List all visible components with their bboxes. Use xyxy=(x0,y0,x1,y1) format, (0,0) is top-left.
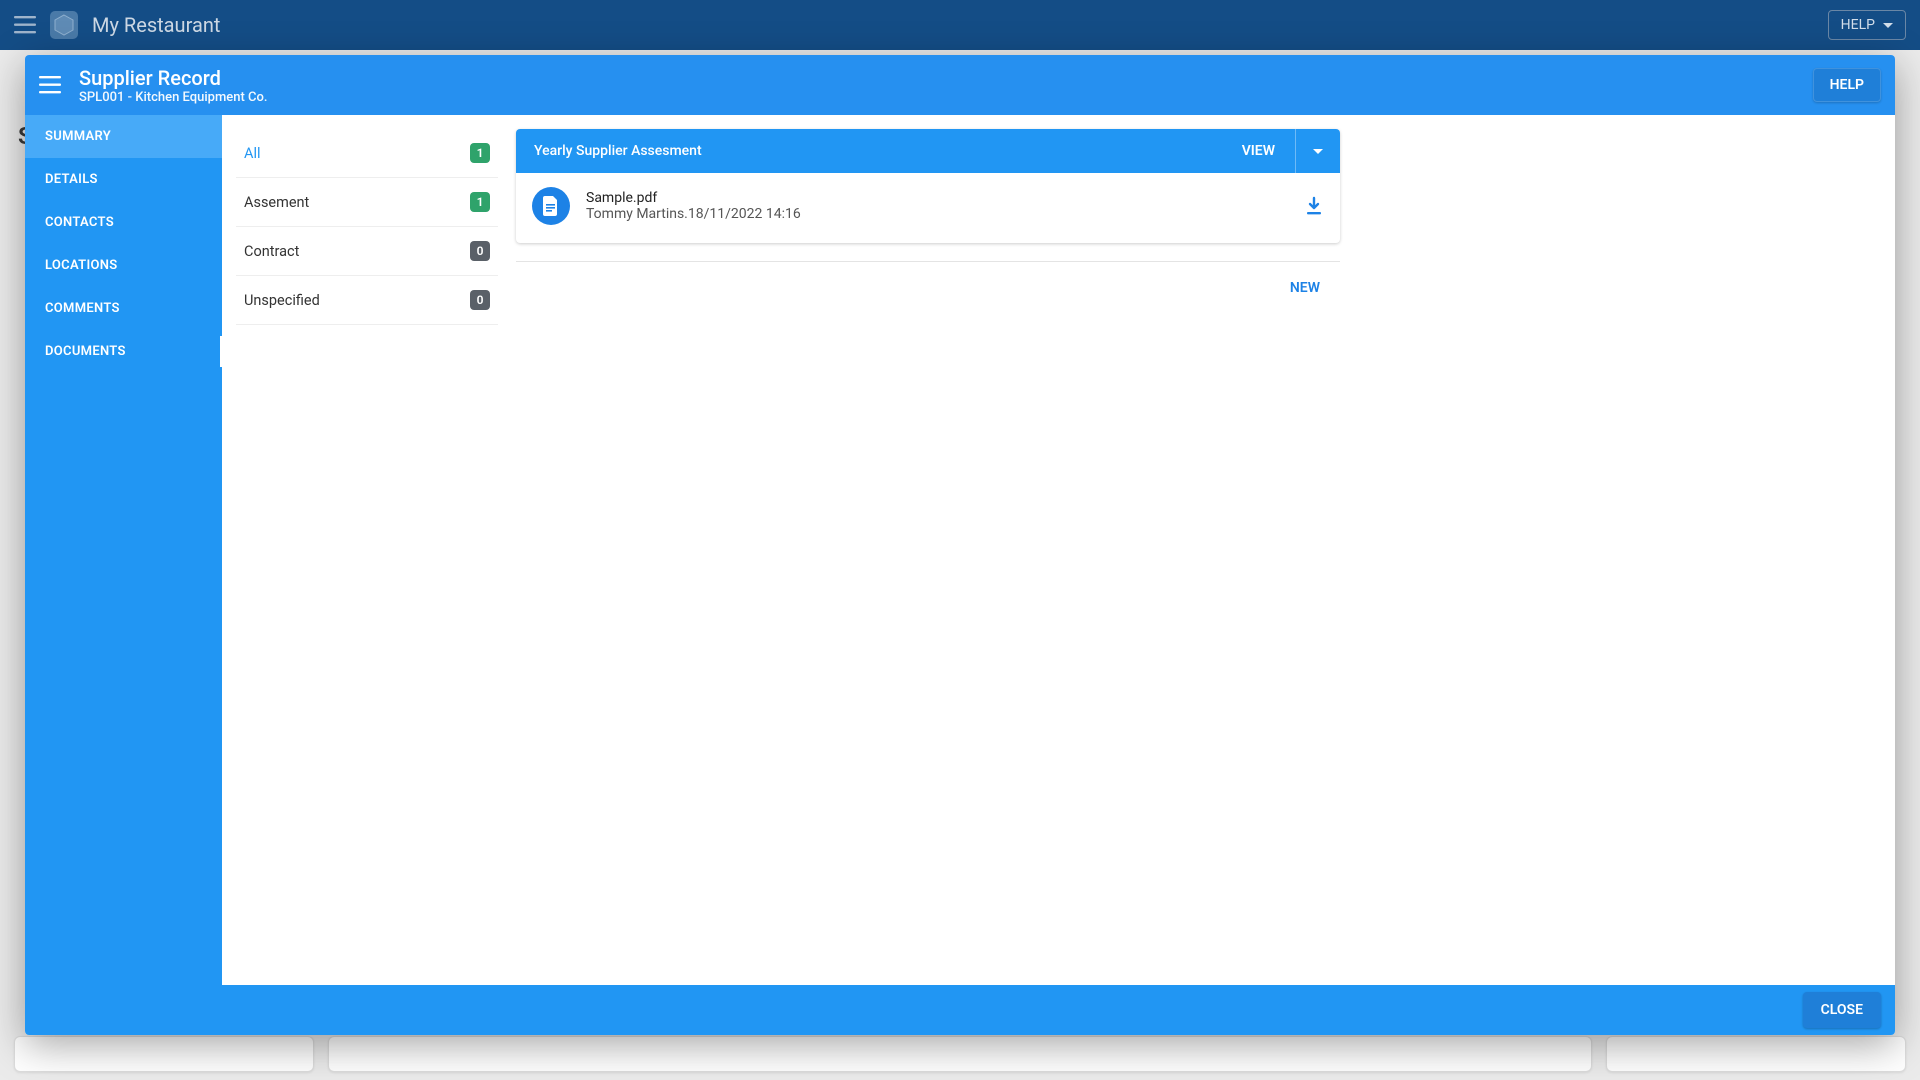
modal-title: Supplier Record xyxy=(79,66,268,90)
filter-count-badge: 0 xyxy=(470,241,490,261)
filter-count-badge: 1 xyxy=(470,143,490,163)
supplier-record-modal: Supplier Record SPL001 - Kitchen Equipme… xyxy=(25,55,1895,1035)
document-more-button[interactable] xyxy=(1296,149,1340,154)
app-help-button[interactable]: HELP xyxy=(1828,10,1906,40)
background-card xyxy=(328,1036,1592,1072)
app-title: My Restaurant xyxy=(92,13,220,37)
sidebar-item-label: DOCUMENTS xyxy=(45,344,126,359)
close-button[interactable]: CLOSE xyxy=(1803,992,1881,1028)
document-card: Yearly Supplier Assesment VIEW xyxy=(516,129,1340,243)
filter-count-badge: 1 xyxy=(470,192,490,212)
sidebar-item-label: SUMMARY xyxy=(45,129,111,144)
document-filter-list: All 1 Assement 1 Contract 0 Unspecified … xyxy=(236,129,498,971)
documents-column: Yearly Supplier Assesment VIEW xyxy=(516,129,1340,971)
sidebar-item-documents[interactable]: DOCUMENTS xyxy=(25,330,222,373)
modal-header: Supplier Record SPL001 - Kitchen Equipme… xyxy=(25,55,1895,115)
modal-menu-button[interactable] xyxy=(39,76,61,94)
filter-item-unspecified[interactable]: Unspecified 0 xyxy=(236,276,498,325)
sidebar-item-contacts[interactable]: CONTACTS xyxy=(25,201,222,244)
download-icon xyxy=(1304,196,1324,216)
hexagon-icon xyxy=(54,14,74,36)
app-menu-button[interactable] xyxy=(14,16,36,34)
sidebar-item-label: COMMENTS xyxy=(45,301,120,316)
chevron-down-icon xyxy=(1313,149,1323,154)
filter-item-assement[interactable]: Assement 1 xyxy=(236,178,498,227)
file-name: Sample.pdf xyxy=(586,190,1288,206)
sidebar-item-label: CONTACTS xyxy=(45,215,114,230)
filter-count-badge: 0 xyxy=(470,290,490,310)
new-document-button[interactable]: NEW xyxy=(1280,274,1330,302)
document-card-title: Yearly Supplier Assesment xyxy=(516,143,1222,159)
app-logo xyxy=(50,11,78,39)
modal-help-button[interactable]: HELP xyxy=(1813,68,1881,102)
document-view-button[interactable]: VIEW xyxy=(1222,143,1295,159)
sidebar-item-comments[interactable]: COMMENTS xyxy=(25,287,222,330)
sidebar-item-details[interactable]: DETAILS xyxy=(25,158,222,201)
background-card xyxy=(14,1036,314,1072)
modal-footer: CLOSE xyxy=(25,985,1895,1035)
sidebar-item-locations[interactable]: LOCATIONS xyxy=(25,244,222,287)
new-document-row: NEW xyxy=(516,261,1340,302)
app-bar: My Restaurant HELP xyxy=(0,0,1920,50)
modal-sidebar: SUMMARY DETAILS CONTACTS LOCATIONS COMME… xyxy=(25,115,222,985)
filter-label: All xyxy=(244,145,261,162)
file-meta: Tommy Martins.18/11/2022 14:16 xyxy=(586,206,1288,222)
file-icon xyxy=(532,187,570,225)
sidebar-item-label: LOCATIONS xyxy=(45,258,118,273)
filter-item-all[interactable]: All 1 xyxy=(236,129,498,178)
filter-item-contract[interactable]: Contract 0 xyxy=(236,227,498,276)
hamburger-icon xyxy=(39,76,61,94)
chevron-down-icon xyxy=(1883,23,1893,28)
modal-subtitle: SPL001 - Kitchen Equipment Co. xyxy=(79,90,268,105)
download-file-button[interactable] xyxy=(1304,196,1324,216)
sidebar-item-summary[interactable]: SUMMARY xyxy=(25,115,222,158)
app-help-label: HELP xyxy=(1841,17,1875,33)
hamburger-icon xyxy=(14,16,36,34)
filter-label: Assement xyxy=(244,194,309,211)
sidebar-item-label: DETAILS xyxy=(45,172,98,187)
filter-label: Contract xyxy=(244,243,299,260)
document-card-header: Yearly Supplier Assesment VIEW xyxy=(516,129,1340,173)
document-icon xyxy=(542,196,560,216)
filter-label: Unspecified xyxy=(244,292,320,309)
background-card xyxy=(1606,1036,1906,1072)
modal-content: All 1 Assement 1 Contract 0 Unspecified … xyxy=(222,115,1895,985)
document-file-row: Sample.pdf Tommy Martins.18/11/2022 14:1… xyxy=(516,173,1340,243)
